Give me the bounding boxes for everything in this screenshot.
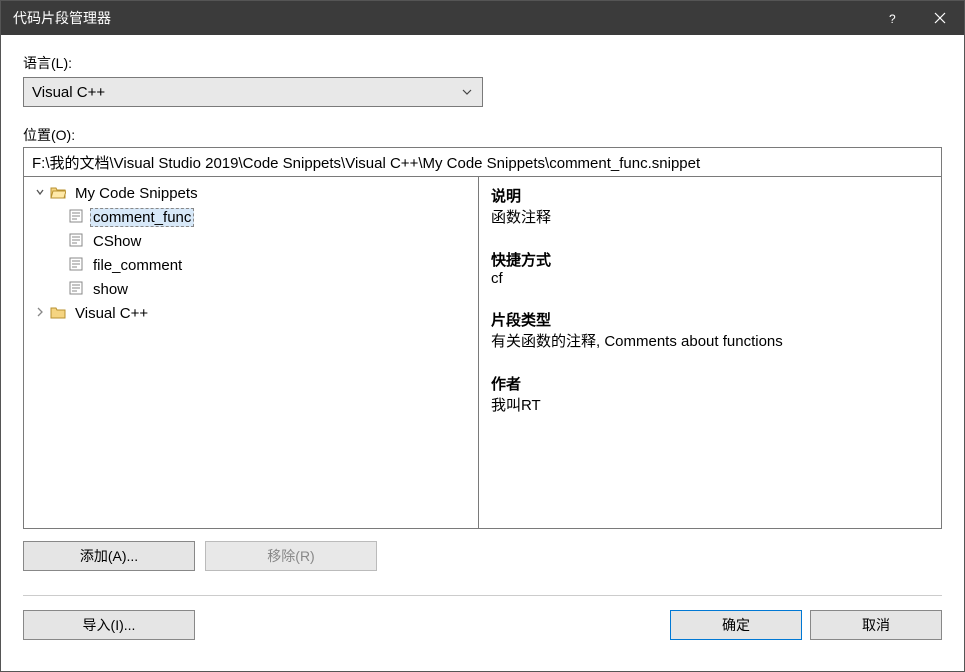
tree-folder-visual-cpp[interactable]: Visual C++ bbox=[26, 301, 476, 325]
window-title: 代码片段管理器 bbox=[13, 8, 868, 28]
language-label: 语言(L): bbox=[23, 53, 942, 73]
snippet-file-icon bbox=[68, 233, 86, 249]
folder-icon bbox=[50, 305, 68, 321]
separator bbox=[23, 595, 942, 596]
add-remove-row: 添加(A)... 移除(R) bbox=[23, 541, 942, 571]
close-button[interactable] bbox=[916, 1, 964, 35]
remove-button: 移除(R) bbox=[205, 541, 377, 571]
description-value: 函数注释 bbox=[491, 206, 929, 227]
author-heading: 作者 bbox=[491, 373, 929, 394]
type-value: 有关函数的注释, Comments about functions bbox=[491, 330, 929, 351]
tree-item-show[interactable]: show bbox=[26, 277, 476, 301]
help-button[interactable]: ? bbox=[868, 1, 916, 35]
tree-item-cshow[interactable]: CShow bbox=[26, 229, 476, 253]
expand-icon[interactable] bbox=[32, 307, 48, 320]
location-input[interactable] bbox=[23, 147, 942, 177]
tree-item-file-comment[interactable]: file_comment bbox=[26, 253, 476, 277]
cancel-button[interactable]: 取消 bbox=[810, 610, 942, 640]
snippet-manager-window: 代码片段管理器 ? 语言(L): Visual C++ 位置(O): bbox=[0, 0, 965, 672]
titlebar: 代码片段管理器 ? bbox=[1, 1, 964, 35]
footer-row: 导入(I)... 确定 取消 bbox=[23, 610, 942, 640]
folder-open-icon bbox=[50, 185, 68, 201]
add-button[interactable]: 添加(A)... bbox=[23, 541, 195, 571]
shortcut-value: cf bbox=[491, 270, 929, 287]
tree-item-comment-func[interactable]: comment_func bbox=[26, 205, 476, 229]
shortcut-heading: 快捷方式 bbox=[491, 249, 929, 270]
ok-button[interactable]: 确定 bbox=[670, 610, 802, 640]
chevron-down-icon bbox=[460, 89, 474, 95]
type-heading: 片段类型 bbox=[491, 309, 929, 330]
snippet-tree[interactable]: My Code Snippets comment_func CShow bbox=[24, 177, 479, 528]
tree-label: comment_func bbox=[90, 208, 194, 227]
tree-label: file_comment bbox=[90, 257, 185, 274]
content-area: 语言(L): Visual C++ 位置(O): My Code Snippet… bbox=[1, 35, 964, 671]
location-label: 位置(O): bbox=[23, 125, 942, 145]
description-heading: 说明 bbox=[491, 185, 929, 206]
tree-label: show bbox=[90, 281, 131, 298]
snippet-file-icon bbox=[68, 209, 86, 225]
author-value: 我叫RT bbox=[491, 394, 929, 415]
split-panes: My Code Snippets comment_func CShow bbox=[23, 177, 942, 529]
tree-label: CShow bbox=[90, 233, 144, 250]
import-button[interactable]: 导入(I)... bbox=[23, 610, 195, 640]
details-pane: 说明 函数注释 快捷方式 cf 片段类型 有关函数的注释, Comments a… bbox=[479, 177, 941, 528]
tree-label: My Code Snippets bbox=[72, 185, 201, 202]
tree-folder-my-snippets[interactable]: My Code Snippets bbox=[26, 181, 476, 205]
svg-text:?: ? bbox=[889, 12, 896, 24]
language-selected: Visual C++ bbox=[32, 84, 460, 101]
snippet-file-icon bbox=[68, 281, 86, 297]
snippet-file-icon bbox=[68, 257, 86, 273]
tree-label: Visual C++ bbox=[72, 305, 151, 322]
language-dropdown[interactable]: Visual C++ bbox=[23, 77, 483, 107]
collapse-icon[interactable] bbox=[32, 187, 48, 200]
